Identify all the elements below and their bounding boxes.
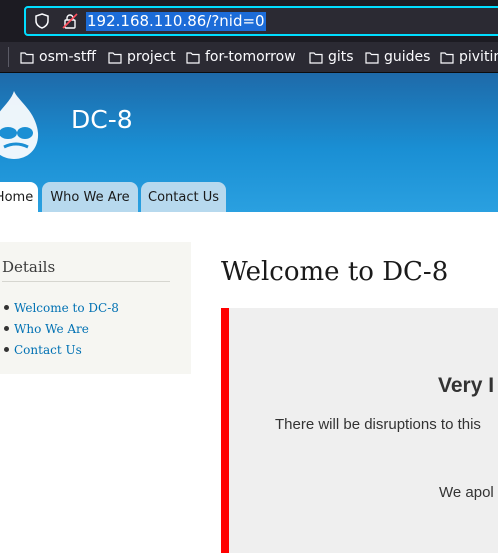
site-name[interactable]: DC-8 bbox=[71, 105, 133, 134]
sidebar-item-label[interactable]: Contact Us bbox=[14, 343, 82, 357]
tab-label: Contact Us bbox=[148, 189, 219, 205]
browser-toolbar: 192.168.110.86/?nid=0 bbox=[0, 0, 498, 42]
folder-icon bbox=[20, 51, 34, 64]
sidebar-menu: Welcome to DC-8 Who We Are Contact Us bbox=[4, 297, 119, 360]
bookmark-label: for-tomorrow bbox=[205, 49, 296, 65]
sidebar-item-label[interactable]: Welcome to DC-8 bbox=[14, 301, 119, 315]
bookmark-gits[interactable]: gits bbox=[309, 48, 354, 66]
bookmark-for-tomorrow[interactable]: for-tomorrow bbox=[186, 48, 296, 66]
bookmark-guides[interactable]: guides bbox=[365, 48, 430, 66]
notice-heading: Very I bbox=[438, 374, 495, 397]
tab-label: Who We Are bbox=[50, 189, 130, 205]
url-text[interactable]: 192.168.110.86/?nid=0 bbox=[86, 12, 266, 31]
bookmark-label: guides bbox=[384, 49, 431, 65]
sidebar-details-block: Details Welcome to DC-8 Who We Are Conta… bbox=[0, 242, 191, 374]
notice-text: There will be disruptions to this bbox=[275, 416, 481, 433]
bookmark-pivitin[interactable]: pivitin bbox=[440, 48, 498, 66]
bullet-icon bbox=[4, 305, 9, 310]
bullet-icon bbox=[4, 347, 9, 352]
sidebar-item-who-we-are[interactable]: Who We Are bbox=[4, 318, 119, 339]
bookmarks-bar: osm-stff project for-tomorrow gits guide… bbox=[0, 42, 498, 73]
tab-label: Home bbox=[0, 189, 34, 205]
address-bar[interactable]: 192.168.110.86/?nid=0 bbox=[24, 6, 498, 36]
bookmark-label: pivitin bbox=[459, 49, 498, 65]
bullet-icon bbox=[4, 326, 9, 331]
notice-text-2: We apol bbox=[439, 484, 494, 501]
notice-box: Very I There will be disruptions to this… bbox=[221, 308, 498, 553]
bookmark-label: osm-stff bbox=[39, 49, 96, 65]
insecure-lock-icon[interactable] bbox=[62, 13, 78, 29]
bookmark-osm-stff[interactable]: osm-stff bbox=[20, 48, 96, 66]
tab-contact-us[interactable]: Contact Us bbox=[141, 182, 226, 212]
folder-icon bbox=[309, 51, 323, 64]
folder-icon bbox=[365, 51, 379, 64]
folder-icon bbox=[108, 51, 122, 64]
divider bbox=[2, 281, 170, 282]
tab-home[interactable]: Home bbox=[0, 182, 38, 212]
sidebar-item-label[interactable]: Who We Are bbox=[14, 322, 89, 336]
folder-icon bbox=[440, 51, 454, 64]
sidebar-item-welcome[interactable]: Welcome to DC-8 bbox=[4, 297, 119, 318]
bookmarks-separator bbox=[8, 47, 9, 67]
tab-who-we-are[interactable]: Who We Are bbox=[42, 182, 138, 212]
bookmark-project[interactable]: project bbox=[108, 48, 176, 66]
page-title: Welcome to DC-8 bbox=[221, 257, 449, 287]
drupal-logo-icon[interactable] bbox=[0, 89, 42, 161]
bookmark-label: project bbox=[127, 49, 176, 65]
block-title: Details bbox=[2, 258, 56, 276]
bookmark-label: gits bbox=[328, 49, 354, 65]
site-header: DC-8 Home Who We Are Contact Us bbox=[0, 73, 498, 212]
sidebar-item-contact-us[interactable]: Contact Us bbox=[4, 339, 119, 360]
folder-icon bbox=[186, 51, 200, 64]
shield-icon[interactable] bbox=[34, 13, 50, 29]
